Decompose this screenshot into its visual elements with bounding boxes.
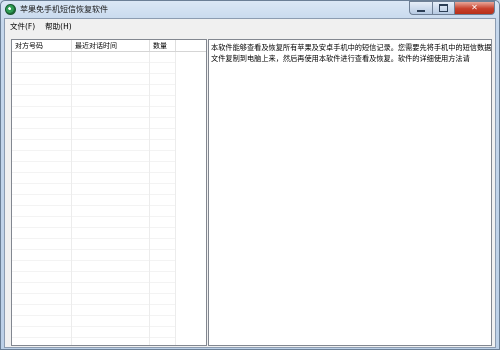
- message-text-area[interactable]: 本软件能够查看及恢复所有苹果及安卓手机中的短信记录。您需要先将手机中的短信数据库…: [208, 39, 492, 346]
- close-icon: ✕: [471, 3, 478, 12]
- list-body[interactable]: [12, 52, 176, 345]
- caption-buttons: ✕: [409, 1, 495, 16]
- maximize-button[interactable]: [432, 1, 454, 15]
- maximize-icon: [439, 4, 448, 12]
- description-text: 本软件能够查看及恢复所有苹果及安卓手机中的短信记录。您需要先将手机中的短信数据库…: [211, 43, 492, 63]
- minimize-button[interactable]: [409, 1, 432, 15]
- list-header: 对方号码 最近对话时间 数量: [12, 40, 206, 52]
- column-header-last-time[interactable]: 最近对话时间: [72, 40, 150, 51]
- app-icon[interactable]: [5, 4, 16, 15]
- client-area: 文件(F) 帮助(H) 对方号码 最近对话时间 数量 本软件能够查看及恢复所有苹…: [4, 18, 496, 348]
- menu-file[interactable]: 文件(F): [5, 19, 40, 33]
- column-header-count[interactable]: 数量: [150, 40, 176, 51]
- close-button[interactable]: ✕: [454, 1, 495, 15]
- column-header-number[interactable]: 对方号码: [12, 40, 72, 51]
- title-bar[interactable]: 苹果免手机短信恢复软件 ✕: [1, 1, 499, 18]
- minimize-icon: [417, 9, 425, 12]
- window-title: 苹果免手机短信恢复软件: [20, 5, 108, 14]
- menu-bar: 文件(F) 帮助(H): [5, 19, 495, 33]
- app-window: 苹果免手机短信恢复软件 ✕ 文件(F) 帮助(H) 对方号码 最近对话时间 数量: [0, 0, 500, 350]
- conversation-list[interactable]: 对方号码 最近对话时间 数量: [11, 39, 207, 346]
- menu-help[interactable]: 帮助(H): [40, 19, 77, 33]
